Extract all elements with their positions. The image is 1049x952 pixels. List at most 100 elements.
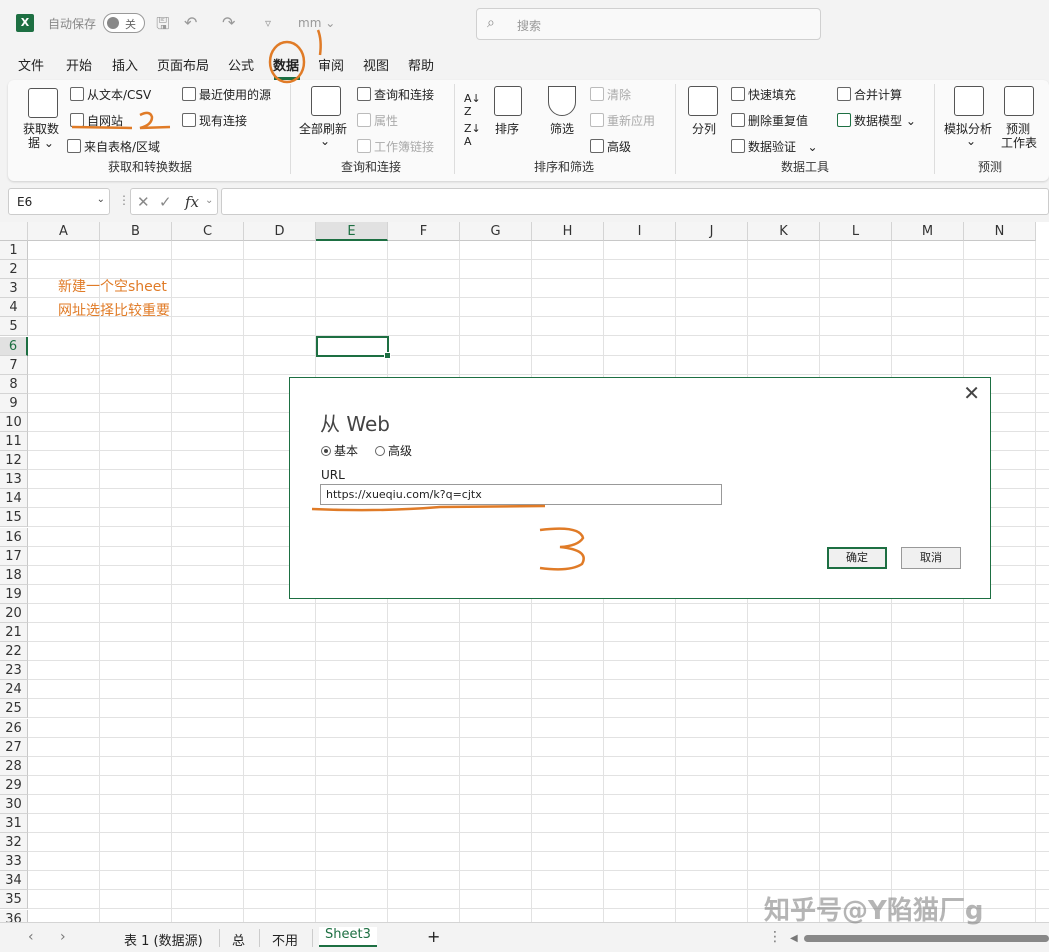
row-header-8[interactable]: 8 xyxy=(0,375,28,394)
get-data-button-line2[interactable]: 据 ⌄ xyxy=(28,134,54,151)
insert-function-icon[interactable]: fx xyxy=(185,193,199,211)
column-header-i[interactable]: I xyxy=(604,222,676,241)
sheet-tab-sheet3[interactable]: Sheet3 xyxy=(319,927,377,947)
sheet-tab-total[interactable]: 总 xyxy=(232,930,245,949)
row-header-13[interactable]: 13 xyxy=(0,470,28,489)
row-header-19[interactable]: 19 xyxy=(0,585,28,604)
sort-button[interactable]: 排序 xyxy=(495,120,519,137)
row-header-1[interactable]: 1 xyxy=(0,241,28,260)
row-header-36[interactable]: 36 xyxy=(0,910,28,922)
column-header-n[interactable]: N xyxy=(964,222,1036,241)
document-name[interactable]: mm ⌄ xyxy=(298,16,335,30)
column-header-h[interactable]: H xyxy=(532,222,604,241)
column-header-b[interactable]: B xyxy=(100,222,172,241)
radio-basic[interactable]: 基本 xyxy=(321,442,358,459)
next-sheet-icon[interactable]: › xyxy=(60,929,66,945)
column-header-g[interactable]: G xyxy=(460,222,532,241)
row-header-9[interactable]: 9 xyxy=(0,394,28,413)
cancel-icon[interactable]: ✕ xyxy=(137,193,150,211)
sheet-tab-source[interactable]: 表 1 (数据源) xyxy=(124,930,203,949)
queries-connections-button[interactable]: 查询和连接 xyxy=(357,86,434,103)
save-icon[interactable]: 🖫 xyxy=(156,13,170,40)
url-input[interactable]: https://xueqiu.com/k?q=cjtx xyxy=(320,484,722,505)
advanced-filter-button[interactable]: 高级 xyxy=(590,138,631,155)
tab-view[interactable]: 视图 xyxy=(363,55,389,74)
row-header-29[interactable]: 29 xyxy=(0,776,28,795)
row-header-3[interactable]: 3 xyxy=(0,279,28,298)
customize-qat-icon[interactable]: ▿ xyxy=(265,16,271,30)
column-header-d[interactable]: D xyxy=(244,222,316,241)
row-header-5[interactable]: 5 xyxy=(0,317,28,336)
more-options-icon[interactable]: ⋮ xyxy=(768,929,782,945)
row-header-16[interactable]: 16 xyxy=(0,528,28,547)
row-header-12[interactable]: 12 xyxy=(0,451,28,470)
tab-page-layout[interactable]: 页面布局 xyxy=(157,55,209,74)
column-header-e[interactable]: E xyxy=(316,222,388,241)
name-box[interactable]: E6 ⌄ xyxy=(8,188,110,215)
row-header-14[interactable]: 14 xyxy=(0,489,28,508)
column-header-m[interactable]: M xyxy=(892,222,964,241)
add-sheet-button[interactable]: + xyxy=(427,927,440,946)
row-header-33[interactable]: 33 xyxy=(0,852,28,871)
from-text-csv-button[interactable]: 从文本/CSV xyxy=(70,86,151,103)
column-header-l[interactable]: L xyxy=(820,222,892,241)
row-header-2[interactable]: 2 xyxy=(0,260,28,279)
row-header-25[interactable]: 25 xyxy=(0,699,28,718)
ok-button[interactable]: 确定 xyxy=(827,547,887,569)
workbook-links-button[interactable]: 工作簿链接 xyxy=(357,138,434,155)
reapply-button[interactable]: 重新应用 xyxy=(590,112,655,129)
cancel-button[interactable]: 取消 xyxy=(901,547,961,569)
data-model-button[interactable]: 数据模型 ⌄ xyxy=(837,112,916,129)
from-web-button[interactable]: 自网站 xyxy=(70,112,123,129)
sort-za-icon[interactable]: Z↓ A xyxy=(464,122,481,148)
row-header-35[interactable]: 35 xyxy=(0,890,28,909)
consolidate-button[interactable]: 合并计算 xyxy=(837,86,902,103)
row-header-32[interactable]: 32 xyxy=(0,833,28,852)
row-header-20[interactable]: 20 xyxy=(0,604,28,623)
row-header-15[interactable]: 15 xyxy=(0,508,28,527)
scroll-left-icon[interactable]: ◀ xyxy=(790,933,798,944)
filter-button[interactable]: 筛选 xyxy=(550,120,574,137)
existing-connections-button[interactable]: 现有连接 xyxy=(182,112,247,129)
what-if-dropdown[interactable]: ⌄ xyxy=(966,134,976,148)
tab-file[interactable]: 文件 xyxy=(18,55,44,74)
row-header-21[interactable]: 21 xyxy=(0,623,28,642)
row-header-18[interactable]: 18 xyxy=(0,566,28,585)
flash-fill-button[interactable]: 快速填充 xyxy=(731,86,796,103)
row-header-17[interactable]: 17 xyxy=(0,547,28,566)
row-header-34[interactable]: 34 xyxy=(0,871,28,890)
remove-duplicates-button[interactable]: 删除重复值 xyxy=(731,112,808,129)
row-header-7[interactable]: 7 xyxy=(0,356,28,375)
row-header-28[interactable]: 28 xyxy=(0,757,28,776)
tab-formulas[interactable]: 公式 xyxy=(228,55,254,74)
column-header-k[interactable]: K xyxy=(748,222,820,241)
sheet-tab-unused[interactable]: 不用 xyxy=(272,930,298,949)
row-header-22[interactable]: 22 xyxy=(0,642,28,661)
row-header-10[interactable]: 10 xyxy=(0,413,28,432)
selected-cell-e6[interactable] xyxy=(316,336,391,359)
row-header-11[interactable]: 11 xyxy=(0,432,28,451)
column-header-f[interactable]: F xyxy=(388,222,460,241)
tab-insert[interactable]: 插入 xyxy=(112,55,138,74)
properties-button[interactable]: 属性 xyxy=(357,112,398,129)
row-header-24[interactable]: 24 xyxy=(0,680,28,699)
formula-input[interactable] xyxy=(221,188,1049,215)
radio-advanced[interactable]: 高级 xyxy=(375,442,412,459)
tab-home[interactable]: 开始 xyxy=(66,55,92,74)
tab-data[interactable]: 数据 xyxy=(273,55,299,74)
forecast-sheet-button-line2[interactable]: 工作表 xyxy=(1001,134,1037,151)
refresh-all-dropdown[interactable]: ⌄ xyxy=(320,134,330,148)
search-box[interactable]: ⌕ 搜索 xyxy=(476,8,821,40)
sort-az-icon[interactable]: A↓ Z xyxy=(464,92,481,118)
row-header-26[interactable]: 26 xyxy=(0,719,28,738)
undo-icon[interactable]: ↶ xyxy=(184,13,197,32)
tab-help[interactable]: 帮助 xyxy=(408,55,434,74)
clear-filter-button[interactable]: 清除 xyxy=(590,86,631,103)
row-header-4[interactable]: 4 xyxy=(0,298,28,317)
horizontal-scrollbar[interactable] xyxy=(804,935,1049,942)
row-header-23[interactable]: 23 xyxy=(0,661,28,680)
select-all-corner[interactable] xyxy=(0,222,28,241)
from-table-button[interactable]: 来自表格/区域 xyxy=(67,138,160,155)
confirm-icon[interactable]: ✓ xyxy=(159,193,172,211)
column-header-a[interactable]: A xyxy=(28,222,100,241)
